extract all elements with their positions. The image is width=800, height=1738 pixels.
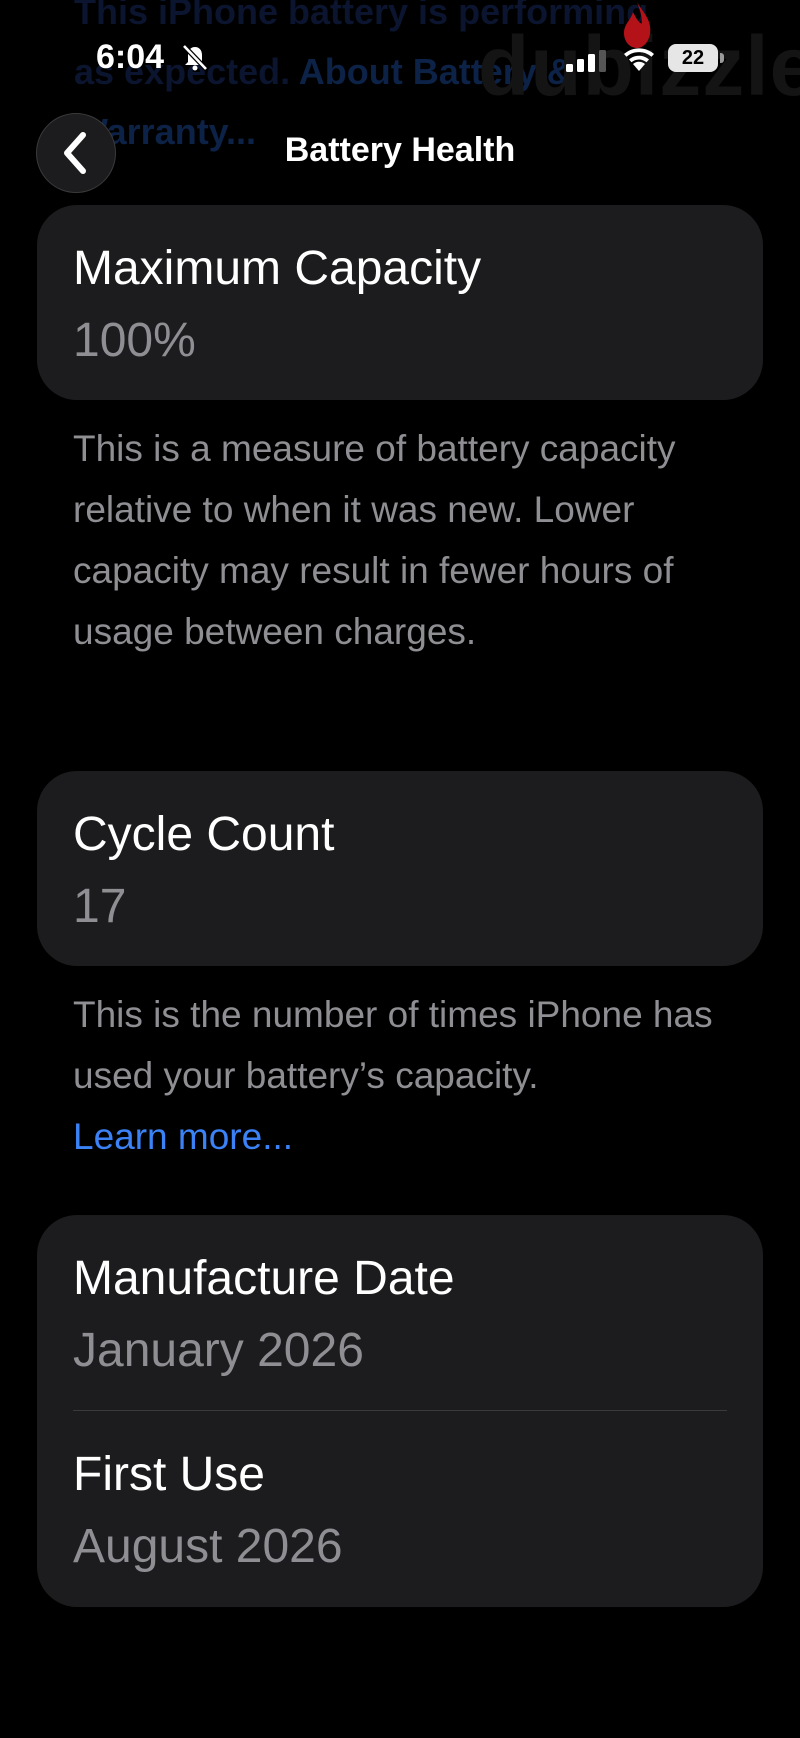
status-bar: 6:04 22 xyxy=(0,0,800,110)
cycle-count-value: 17 xyxy=(73,880,127,933)
manufacture-date-title: Manufacture Date xyxy=(73,1252,455,1305)
wifi-icon xyxy=(624,48,654,71)
first-use-title: First Use xyxy=(73,1448,265,1501)
manufacture-date-value: January 2026 xyxy=(73,1324,364,1377)
dates-card: Manufacture Date January 2026 First Use … xyxy=(37,1215,763,1607)
learn-more-link[interactable]: Learn more... xyxy=(73,1116,293,1157)
battery-level-text: 22 xyxy=(681,47,705,69)
first-use-value: August 2026 xyxy=(73,1520,343,1573)
bell-slash-icon xyxy=(182,44,208,71)
battery-icon: 22 xyxy=(668,44,724,72)
maximum-capacity-title: Maximum Capacity xyxy=(73,242,482,295)
cycle-count-title: Cycle Count xyxy=(73,808,335,861)
divider xyxy=(73,1410,727,1411)
status-time: 6:04 xyxy=(96,38,165,76)
page-title: Battery Health xyxy=(284,131,516,169)
cycle-count-description-text: This is the number of times iPhone has u… xyxy=(73,994,713,1096)
maximum-capacity-value: 100% xyxy=(73,314,196,367)
maximum-capacity-card: Maximum Capacity 100% xyxy=(37,205,763,400)
maximum-capacity-description: This is a measure of battery capacity re… xyxy=(73,428,676,652)
cycle-count-description: This is the number of times iPhone has u… xyxy=(73,984,753,1167)
cellular-signal-icon xyxy=(566,50,606,72)
cycle-count-card: Cycle Count 17 xyxy=(37,771,763,966)
